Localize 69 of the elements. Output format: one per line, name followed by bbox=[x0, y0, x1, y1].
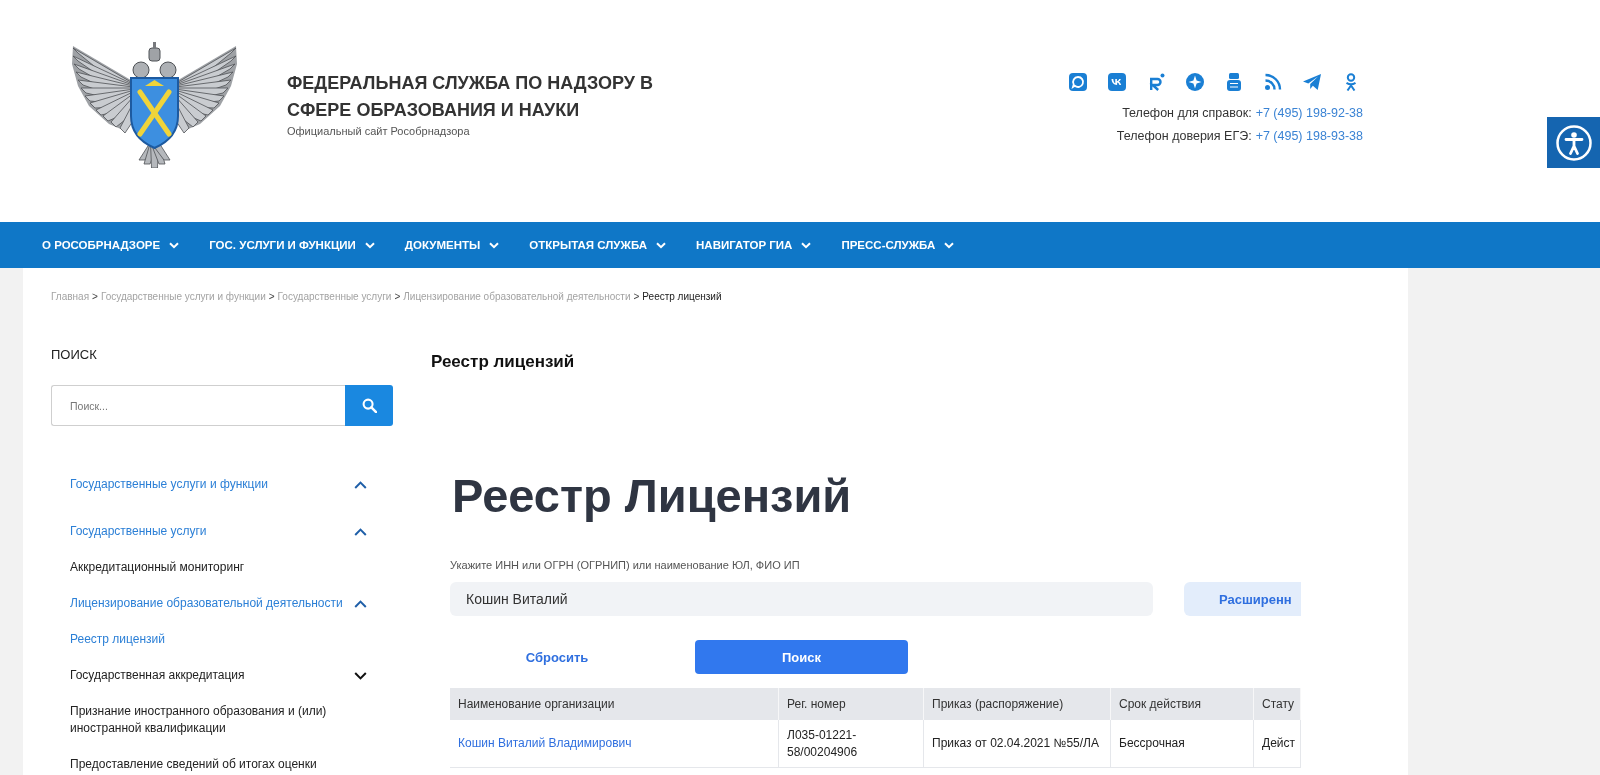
breadcrumb-link[interactable]: Главная bbox=[51, 290, 90, 304]
breadcrumb-link[interactable]: Лицензирование образовательной деятельности bbox=[403, 290, 631, 304]
sidebar-menu-link[interactable]: Предоставление сведений об итогах оценки bbox=[70, 756, 317, 773]
breadcrumb-link[interactable]: Государственные услуги и функции bbox=[100, 290, 266, 304]
nav-menu-item[interactable]: ДОКУМЕНТЫ bbox=[404, 239, 500, 251]
column-header: Наименование организации bbox=[450, 688, 779, 720]
column-header: Срок действия bbox=[1111, 688, 1254, 720]
chevron-down-icon bbox=[944, 241, 955, 249]
phone-link[interactable]: +7 (495) 198-92-38 bbox=[1255, 102, 1363, 125]
table-cell: Приказ от 02.04.2021 №55/ЛА bbox=[924, 720, 1111, 768]
table-cell: Л035-01221-58/00204906 bbox=[779, 720, 924, 768]
chevron-up-icon[interactable] bbox=[354, 481, 367, 489]
search-input[interactable]: Кошин Виталий bbox=[450, 582, 1153, 616]
table-cell: Бессрочная bbox=[1111, 720, 1254, 768]
sidebar-menu-link[interactable]: Признание иностранного образования и (или) иностранной квалификации bbox=[70, 703, 367, 737]
nav-menu-item[interactable]: НАВИГАТОР ГИА bbox=[696, 239, 812, 251]
chevron-down-icon bbox=[364, 241, 375, 249]
chevron-down-icon bbox=[656, 241, 667, 249]
site-title: ФЕДЕРАЛЬНАЯ СЛУЖБА ПО НАДЗОРУ В СФЕРЕ ОБРАЗОВАНИЯ И НАУКИ bbox=[287, 72, 654, 122]
star-circle-icon[interactable] bbox=[1186, 73, 1204, 91]
breadcrumb-link[interactable]: Государственные услуги bbox=[277, 290, 392, 304]
square-logo-icon[interactable] bbox=[1108, 73, 1126, 91]
table-cell: Дейст bbox=[1254, 720, 1301, 768]
breadcrumb-separator: > bbox=[268, 290, 275, 304]
accessibility-button[interactable] bbox=[1547, 117, 1600, 168]
breadcrumb-separator: > bbox=[92, 290, 98, 304]
register-heading: Реестр Лицензий bbox=[451, 469, 852, 523]
stacked-logo-icon[interactable] bbox=[1225, 73, 1243, 91]
chevron-down-icon bbox=[169, 241, 180, 249]
phone-label: Телефон для справок: bbox=[1122, 105, 1252, 122]
r-logo-icon[interactable] bbox=[1147, 73, 1165, 91]
breadcrumb-current-page: Реестр лицензий bbox=[642, 290, 722, 304]
organization-link[interactable]: Кошин Виталий Владимирович bbox=[458, 735, 632, 752]
search-button[interactable] bbox=[345, 385, 393, 426]
sidebar-menu-link[interactable]: Государственные услуги bbox=[70, 523, 207, 540]
sidebar-menu-link[interactable]: Лицензирование образовательной деятельности bbox=[70, 595, 343, 612]
sidebar-menu-link[interactable]: Аккредитационный мониторинг bbox=[70, 559, 245, 576]
chevron-down-icon bbox=[801, 241, 812, 249]
sidebar-heading: ПОИСК bbox=[51, 346, 97, 363]
reset-button[interactable]: Сбросить bbox=[450, 640, 664, 674]
breadcrumb-separator: > bbox=[633, 290, 640, 304]
paper-plane-icon[interactable] bbox=[1303, 73, 1321, 91]
accessibility-icon bbox=[1555, 124, 1592, 161]
search-field[interactable]: Поиск... bbox=[51, 385, 345, 426]
site-subtitle: Официальный сайт Рособрнадзора bbox=[287, 124, 470, 138]
nav-menu-item[interactable]: О РОСОБРНАДЗОРЕ bbox=[42, 239, 180, 251]
chat-bubble-icon[interactable] bbox=[1069, 73, 1087, 91]
nav-menu-item[interactable]: ГОС. УСЛУГИ И ФУНКЦИИ bbox=[209, 239, 375, 251]
nav-menu-item[interactable]: ОТКРЫТАЯ СЛУЖБА bbox=[529, 239, 667, 251]
breadcrumb-separator: > bbox=[394, 290, 401, 304]
sidebar-menu-link[interactable]: Государственные услуги и функции bbox=[70, 476, 268, 493]
sidebar-menu-link[interactable]: Государственная аккредитация bbox=[70, 667, 245, 684]
column-header: Рег. номер bbox=[779, 688, 924, 720]
chevron-up-icon[interactable] bbox=[354, 600, 367, 608]
advanced-search-button[interactable]: Расширенн bbox=[1184, 582, 1301, 616]
column-header: Приказ (распоряжение) bbox=[924, 688, 1111, 720]
sidebar-menu-link[interactable]: Реестр лицензий bbox=[70, 631, 165, 648]
rss-icon[interactable] bbox=[1264, 73, 1282, 91]
search-icon bbox=[361, 398, 377, 413]
chevron-up-icon[interactable] bbox=[354, 528, 367, 536]
column-header: Стату bbox=[1254, 688, 1301, 720]
search-label: Укажите ИНН или ОГРН (ОГРНИП) или наименование ЮЛ, ФИО ИП bbox=[450, 558, 800, 572]
page-title: Реестр лицензий bbox=[431, 351, 575, 373]
chevron-down-icon[interactable] bbox=[354, 672, 367, 680]
search-submit-button[interactable]: Поиск bbox=[695, 640, 908, 674]
chevron-down-icon bbox=[489, 241, 500, 249]
nav-menu-item[interactable]: ПРЕСС-СЛУЖБА bbox=[841, 239, 955, 251]
phone-label: Телефон доверия ЕГЭ: bbox=[1116, 128, 1252, 145]
phone-link[interactable]: +7 (495) 198-93-38 bbox=[1255, 125, 1363, 148]
